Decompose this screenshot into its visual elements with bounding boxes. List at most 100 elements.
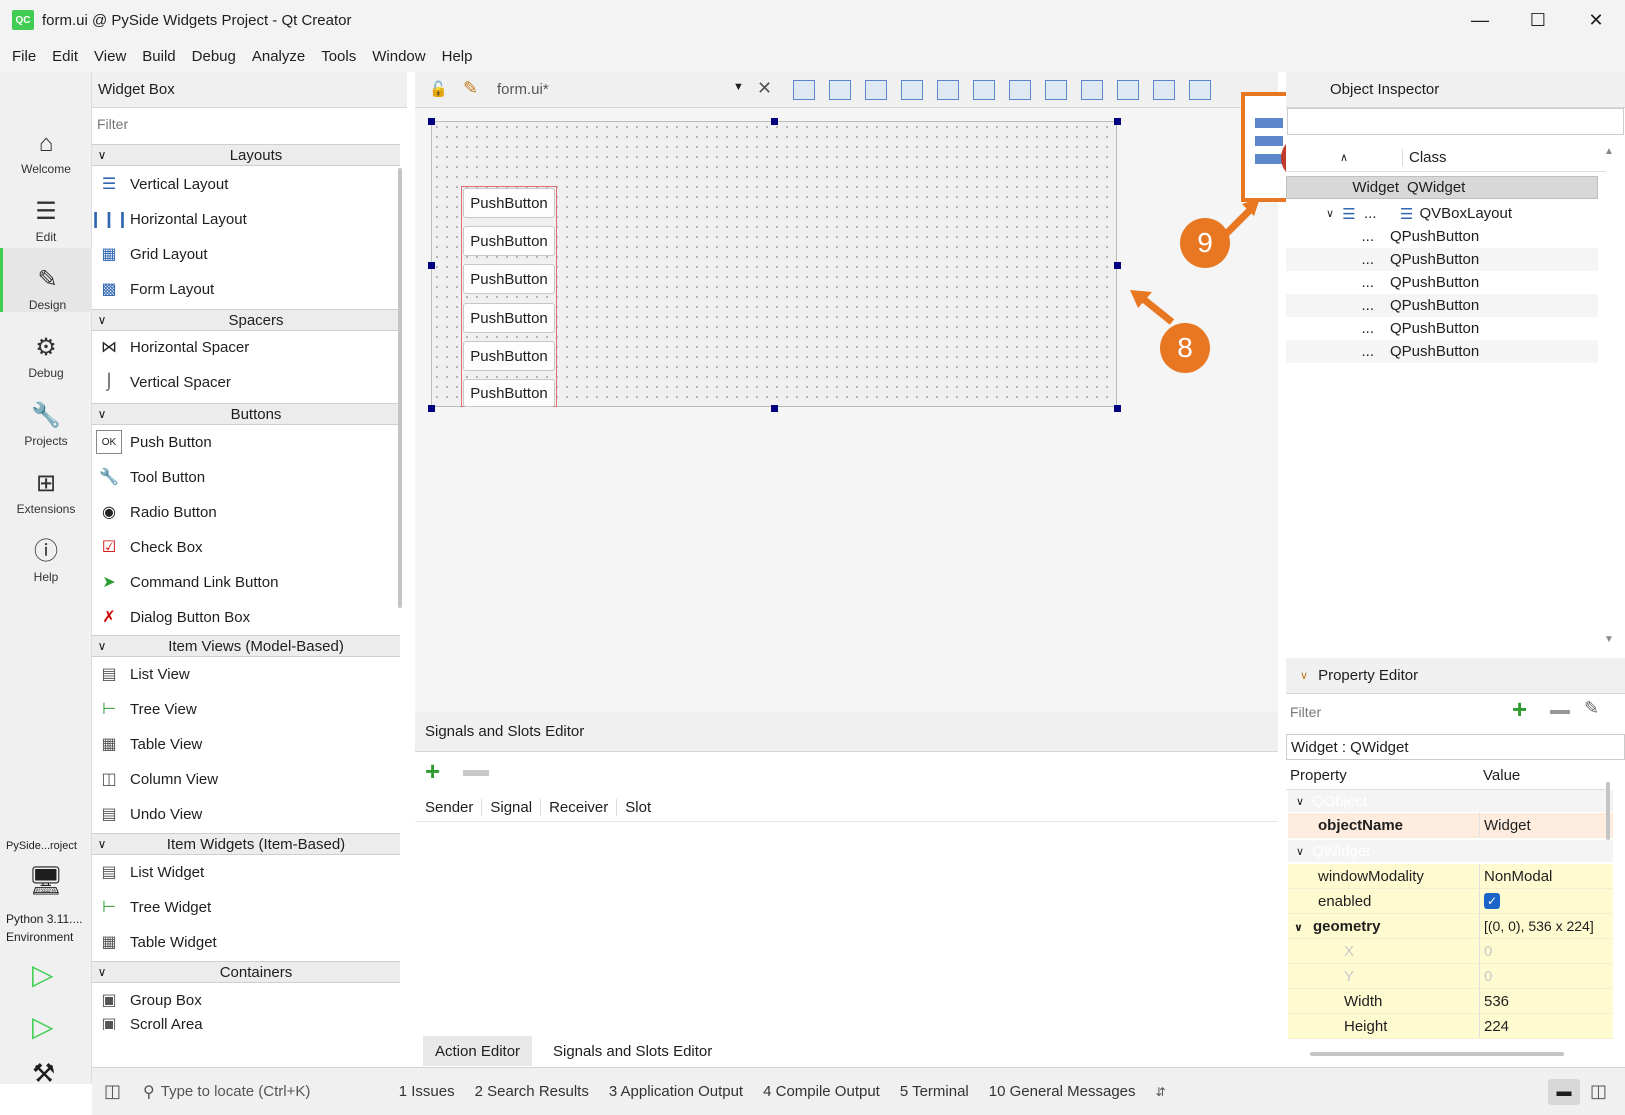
property-vscrollbar[interactable] [1606,782,1610,840]
resize-handle[interactable] [771,405,778,412]
maximize-button[interactable]: ☐ [1509,0,1567,40]
widget-item[interactable]: ◉ Radio Button [96,495,217,529]
widget-item[interactable]: ▤ List View [96,657,189,691]
layout-vertical-icon[interactable] [973,80,995,100]
edit-signals-icon[interactable] [829,80,851,100]
form-push-button[interactable]: PushButton [463,379,555,407]
pane-chooser-icon[interactable]: ⇵ [1156,1085,1166,1099]
mode-help[interactable]: ⓘ Help [0,520,92,584]
column-slot[interactable]: Slot [617,799,659,816]
form-push-button[interactable]: PushButton [463,341,555,371]
resize-handle[interactable] [1114,405,1121,412]
property-row[interactable]: enabled ✓ [1288,889,1613,914]
widget-item[interactable]: ⌡ Vertical Spacer [96,365,231,399]
layout-form-icon[interactable] [1081,80,1103,100]
form-push-button[interactable]: PushButton [463,303,555,333]
menu-analyze[interactable]: Analyze [244,48,313,65]
widget-item[interactable]: ▩ Form Layout [96,272,214,306]
output-pane-icon[interactable]: ▬ [1547,1078,1580,1105]
widget-box-scrollbar[interactable] [398,168,402,608]
resize-handle[interactable] [771,118,778,125]
tree-row[interactable]: ∨ ☰ ... ☰ QVBoxLayout [1286,202,1598,225]
widget-box-filter[interactable]: Filter [97,116,128,132]
edit-widgets-icon[interactable] [793,80,815,100]
menu-file[interactable]: File [4,48,44,65]
close-document-icon[interactable]: ✕ [757,78,772,99]
toggle-right-sidebar-icon[interactable]: ◫ [1590,1081,1607,1102]
mode-projects[interactable]: 🔧 Projects [0,384,92,448]
locator-input[interactable]: Type to locate (Ctrl+K) [161,1083,399,1100]
property-value[interactable]: 0 [1479,964,1613,988]
break-layout-icon[interactable] [1153,80,1175,100]
mode-design[interactable]: ✎ Design [0,248,92,312]
scroll-down-icon[interactable]: ▼ [1604,634,1614,645]
pane-issues[interactable]: 1 Issues [399,1083,455,1100]
property-value[interactable]: 536 [1479,989,1613,1013]
menu-debug[interactable]: Debug [184,48,244,65]
widget-item[interactable]: ⋈ Horizontal Spacer [96,330,249,364]
add-property-icon[interactable]: + [1512,694,1527,725]
tree-row-selected[interactable]: Widget QWidget [1286,176,1598,199]
open-file-name[interactable]: form.ui* [497,81,549,98]
layout-horizontal-icon[interactable] [937,80,959,100]
column-class[interactable]: Class [1402,149,1447,166]
widget-item[interactable]: ▦ Grid Layout [96,237,207,271]
category-buttons[interactable]: ∨ Buttons [92,403,400,425]
widget-item[interactable]: ✗ Dialog Button Box [96,600,250,634]
widget-item[interactable]: ▦ Table Widget [96,925,216,959]
chevron-down-icon[interactable]: ∨ [1294,922,1303,934]
mode-debug[interactable]: ⚙ Debug [0,316,92,380]
build-hammer-icon[interactable]: ⚒ [32,1058,55,1089]
property-value[interactable]: NonModal [1479,864,1613,888]
adjust-size-icon[interactable] [1189,80,1211,100]
widget-item[interactable]: ▤ Undo View [96,797,202,831]
widget-item[interactable]: ▦ Table View [96,727,202,761]
layout-grid-icon[interactable] [1117,80,1139,100]
property-filter[interactable]: Filter [1290,704,1321,720]
form-push-button[interactable]: PushButton [463,264,555,294]
menu-view[interactable]: View [86,48,134,65]
vertical-layout-frame[interactable] [461,186,557,407]
tree-row[interactable]: ... QPushButton [1286,225,1598,248]
configure-wrench-icon[interactable]: ✎ [1584,698,1599,719]
mode-welcome[interactable]: ⌂ Welcome [0,112,92,176]
property-value[interactable]: Widget [1479,813,1613,837]
property-value[interactable]: 0 [1479,939,1613,963]
column-receiver[interactable]: Receiver [541,799,618,816]
resize-handle[interactable] [428,262,435,269]
scroll-up-icon[interactable]: ▲ [1604,146,1614,157]
property-row[interactable]: objectName Widget [1288,813,1613,838]
widget-item[interactable]: ▣ Group Box [96,983,201,1017]
widget-item[interactable]: ▣ Scroll Area [96,1018,202,1030]
property-value[interactable]: 224 [1479,1014,1613,1038]
widget-item[interactable]: ❙❙❙ Horizontal Layout [89,202,247,236]
section-qobject[interactable]: ∨ QObject [1288,790,1613,812]
category-item-views[interactable]: ∨ Item Views (Model-Based) [92,635,400,657]
property-row[interactable]: X0 [1288,939,1613,964]
category-item-widgets[interactable]: ∨ Item Widgets (Item-Based) [92,833,400,855]
widget-item[interactable]: ◫ Column View [96,762,218,796]
widget-item[interactable]: ☰ Vertical Layout [96,167,229,201]
pane-compile-output[interactable]: 4 Compile Output [763,1083,880,1100]
tree-row[interactable]: ... QPushButton [1286,248,1598,271]
tree-row[interactable]: ... QPushButton [1286,271,1598,294]
property-row[interactable]: Width 536 [1288,989,1613,1014]
pane-search-results[interactable]: 2 Search Results [475,1083,589,1100]
tree-row[interactable]: ... QPushButton [1286,294,1598,317]
widget-item[interactable]: ➤ Command Link Button [96,565,278,599]
widget-item[interactable]: ▤ List Widget [96,855,204,889]
remove-property-icon[interactable] [1550,710,1570,714]
pane-general-messages[interactable]: 10 General Messages [989,1083,1136,1100]
resize-handle[interactable] [1114,262,1121,269]
chevron-down-icon[interactable]: ∨ [1300,669,1308,682]
category-spacers[interactable]: ∨ Spacers [92,309,400,331]
property-row[interactable]: ∨ geometry [(0, 0), 536 x 224] [1288,914,1613,939]
add-connection-icon[interactable]: + [425,756,440,787]
column-property[interactable]: Property [1286,767,1479,784]
column-sender[interactable]: Sender [415,799,483,816]
section-qwidget[interactable]: ∨ QWidget [1288,840,1613,862]
splitter-vertical-icon[interactable] [1045,80,1067,100]
pane-application-output[interactable]: 3 Application Output [609,1083,743,1100]
form-push-button[interactable]: PushButton [463,226,555,256]
object-filter-input[interactable] [1287,108,1624,135]
